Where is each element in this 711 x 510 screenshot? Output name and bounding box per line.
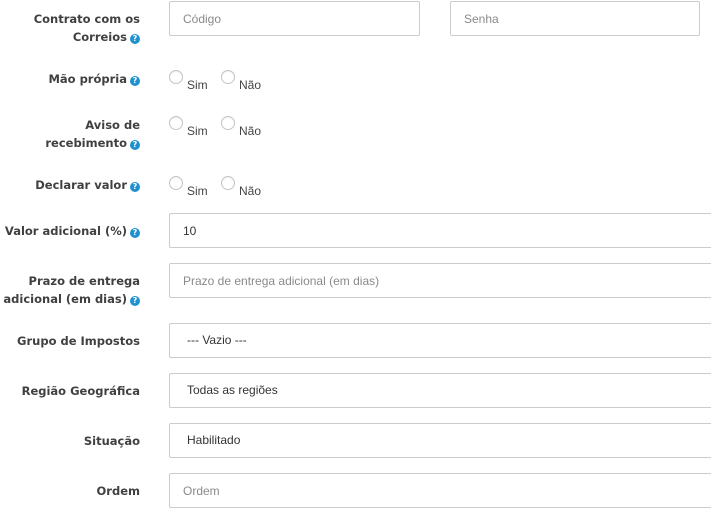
mao-propria-label: Mão própria? [48,70,140,88]
aviso-sim-radio[interactable] [169,116,183,130]
help-icon[interactable]: ? [130,182,140,192]
help-icon[interactable]: ? [130,34,140,44]
situacao-selected: Habilitado [187,433,241,447]
valor-adicional-label-text: Valor adicional (%) [4,224,127,238]
valor-adicional-label: Valor adicional (%)? [5,222,140,240]
codigo-input[interactable] [169,1,420,36]
aviso-label-line1: Aviso de [85,118,140,132]
help-icon[interactable]: ? [130,296,140,306]
mao-propria-sim-radio[interactable] [169,70,183,84]
declarar-radio-group: Sim Não [169,176,271,198]
ordem-label: Ordem [96,484,140,498]
mao-propria-nao-radio[interactable] [221,70,236,84]
declarar-sim-label[interactable]: Sim [187,184,208,198]
ordem-input[interactable] [169,473,711,508]
mao-propria-label-text: Mão própria [48,72,127,86]
regiao-label: Região Geográfica [21,384,140,398]
situacao-select[interactable]: Habilitado [169,423,711,458]
contrato-label-line2: Correios [72,30,127,44]
mao-propria-sim-label[interactable]: Sim [187,78,208,92]
grupo-impostos-label: Grupo de Impostos [17,334,140,348]
prazo-label-line2: adicional (em dias) [3,292,127,306]
mao-propria-radio-group: Sim Não [169,70,271,92]
declarar-nao-label[interactable]: Não [239,184,261,198]
aviso-nao-label[interactable]: Não [239,124,261,138]
aviso-label: Aviso de recebimento? [45,116,140,152]
grupo-impostos-selected: --- Vazio --- [187,333,247,347]
regiao-select[interactable]: Todas as regiões [169,373,711,408]
prazo-label-line1: Prazo de entrega [28,274,140,288]
prazo-label: Prazo de entrega adicional (em dias)? [3,272,140,308]
grupo-impostos-select[interactable]: --- Vazio --- [169,323,711,358]
aviso-sim-label[interactable]: Sim [187,124,208,138]
aviso-label-line2: recebimento [45,136,127,150]
senha-input[interactable] [450,1,700,36]
aviso-radio-group: Sim Não [169,116,271,138]
aviso-nao-radio[interactable] [221,116,236,130]
contrato-label-line1: Contrato com os [33,12,140,26]
declarar-label-text: Declarar valor [35,178,127,192]
valor-adicional-input[interactable] [169,213,711,248]
regiao-selected: Todas as regiões [187,383,278,397]
prazo-input[interactable] [169,263,711,298]
declarar-nao-radio[interactable] [221,176,236,190]
help-icon[interactable]: ? [130,228,140,238]
situacao-label: Situação [83,434,140,448]
help-icon[interactable]: ? [130,140,140,150]
mao-propria-nao-label[interactable]: Não [239,78,261,92]
help-icon[interactable]: ? [130,76,140,86]
declarar-label: Declarar valor? [35,176,140,194]
contrato-label: Contrato com os Correios? [34,10,140,46]
declarar-sim-radio[interactable] [169,176,183,190]
